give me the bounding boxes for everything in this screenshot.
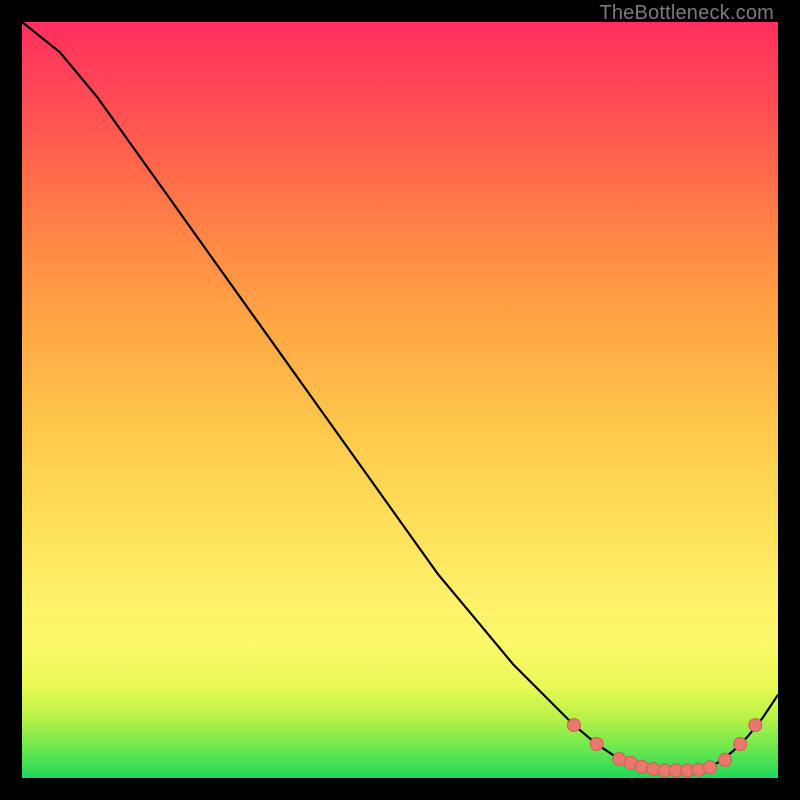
sample-point (734, 738, 747, 751)
sample-point-markers (567, 719, 761, 777)
sample-point (719, 753, 732, 766)
sample-point (567, 719, 580, 732)
sample-point (692, 763, 705, 776)
bottleneck-curve (22, 22, 778, 770)
chart-frame: TheBottleneck.com (0, 0, 800, 800)
sample-point (635, 760, 648, 773)
chart-overlay (22, 22, 778, 778)
sample-point (704, 761, 717, 774)
sample-point (590, 738, 603, 751)
sample-point (749, 719, 762, 732)
